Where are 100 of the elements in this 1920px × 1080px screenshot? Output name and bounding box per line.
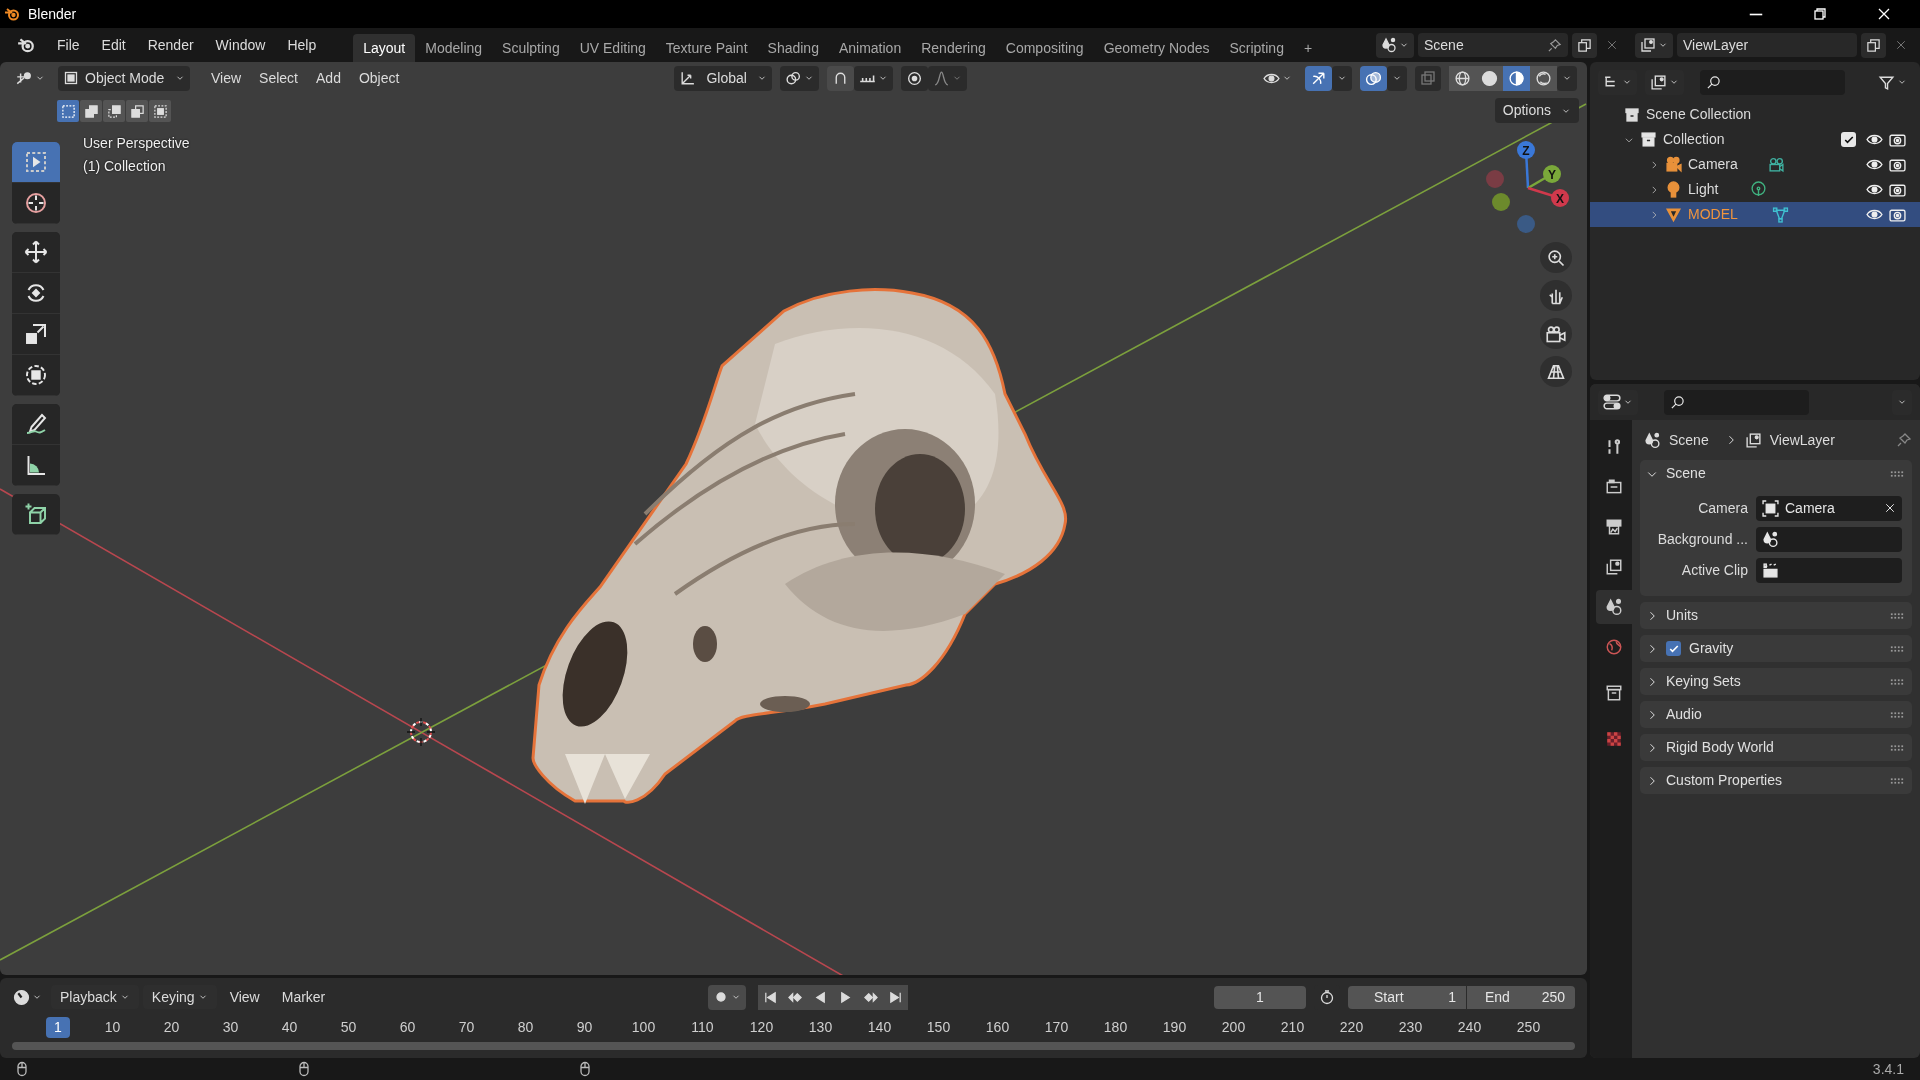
orientation-dropdown[interactable]: Global	[674, 65, 773, 91]
snap-dropdown[interactable]	[854, 65, 894, 91]
end-frame-field[interactable]: End 250	[1467, 985, 1575, 1009]
workspace-tab[interactable]: Scripting	[1219, 34, 1294, 62]
pan-button[interactable]	[1540, 280, 1572, 311]
transform-icon	[24, 363, 48, 387]
shading-button[interactable]	[1476, 65, 1503, 91]
add-workspace-button[interactable]: +	[1293, 34, 1323, 62]
bulb-icon[interactable]	[1750, 181, 1768, 198]
menu-item[interactable]: Edit	[92, 33, 135, 57]
panel-header[interactable]: Gravity	[1640, 635, 1912, 662]
axis-handle[interactable]	[1492, 193, 1510, 211]
outliner-row[interactable]: Collection	[1590, 127, 1920, 152]
vertex-icon[interactable]	[1771, 206, 1789, 223]
jump-end-button[interactable]	[883, 984, 909, 1010]
start-frame-field[interactable]: Start 1	[1348, 985, 1466, 1009]
axis-handle[interactable]	[1486, 170, 1504, 188]
panel-header[interactable]: Audio	[1640, 701, 1912, 728]
solid-sphere-icon	[1481, 69, 1498, 87]
panel-header[interactable]: Custom Properties	[1640, 767, 1912, 794]
shading-button[interactable]	[1530, 65, 1557, 91]
panel-header[interactable]: Scene	[1640, 460, 1912, 487]
workspace-tab[interactable]: Compositing	[995, 34, 1094, 62]
new-button[interactable]	[1861, 32, 1886, 58]
outliner-row[interactable]: Light	[1590, 177, 1920, 202]
breadcrumb-item[interactable]: Scene	[1669, 429, 1709, 451]
options-dropdown[interactable]: Options	[1494, 98, 1579, 123]
menu-item[interactable]: Window	[206, 33, 275, 57]
view-layer-selector[interactable]	[1635, 32, 1673, 58]
axis-handle[interactable]: X	[1527, 186, 1569, 207]
panel-header[interactable]: Keying Sets	[1640, 668, 1912, 695]
menu-item[interactable]: Object	[349, 66, 409, 90]
selection-mode-button[interactable]	[149, 100, 171, 122]
menu-item[interactable]: File	[48, 33, 89, 57]
menu-item[interactable]: Add	[307, 66, 350, 90]
jump-start-button[interactable]	[758, 984, 784, 1010]
mouse-icon	[14, 1061, 30, 1077]
selection-mode-button[interactable]	[103, 100, 125, 122]
workspace-tab[interactable]: Rendering	[911, 34, 996, 62]
menu-item[interactable]: Render	[138, 33, 203, 57]
panel-header[interactable]: Rigid Body World	[1640, 734, 1912, 761]
menu-item[interactable]: Marker	[272, 985, 335, 1009]
shading-button[interactable]	[1503, 65, 1530, 91]
menu-item[interactable]: Help	[278, 33, 326, 57]
scene-field[interactable]	[1756, 526, 1902, 552]
workspace-tab[interactable]: Shading	[757, 34, 829, 62]
scene-selector[interactable]	[1376, 32, 1414, 58]
zoom-button[interactable]	[1540, 242, 1572, 273]
workspace-tab[interactable]: Animation	[828, 34, 912, 62]
menu-item[interactable]: View	[220, 985, 269, 1009]
tool-button[interactable]	[12, 232, 60, 273]
overlay-toggle[interactable]	[1360, 65, 1387, 91]
outliner-row[interactable]: Scene Collection	[1590, 102, 1920, 127]
menu-item[interactable]: View	[202, 66, 251, 90]
camera-view-button[interactable]	[1540, 318, 1572, 349]
playhead-marker[interactable]: 1	[46, 1016, 70, 1038]
xray-toggle[interactable]	[1415, 65, 1441, 91]
scene-field[interactable]: Scene	[1418, 33, 1568, 57]
tool-button[interactable]	[12, 142, 60, 183]
breadcrumb-item[interactable]: ViewLayer	[1769, 429, 1835, 451]
exclude-checkbox[interactable]	[1841, 132, 1856, 147]
workspace-tab[interactable]: UV Editing	[569, 34, 656, 62]
axis-handle[interactable]: Y	[1527, 165, 1561, 190]
properties-tab[interactable]	[1596, 590, 1632, 624]
movie-camera-icon[interactable]	[1767, 156, 1785, 173]
outliner-row[interactable]: Camera	[1590, 152, 1920, 177]
object-field[interactable]: Camera	[1756, 495, 1902, 521]
panel-header[interactable]: Units	[1640, 602, 1912, 629]
workspace-tab[interactable]: Geometry Nodes	[1093, 34, 1220, 62]
perspective-toggle[interactable]	[1540, 356, 1572, 387]
workspace-tab[interactable]: Modeling	[415, 34, 493, 62]
menu-item[interactable]: Select	[250, 66, 307, 90]
shading-button[interactable]	[1449, 65, 1476, 91]
search-field[interactable]	[1700, 69, 1845, 95]
pin-icon[interactable]	[1547, 37, 1562, 53]
pivot-dropdown[interactable]	[780, 65, 820, 91]
view-layer-field[interactable]: ViewLayer	[1677, 33, 1857, 57]
axis-handle[interactable]: Z	[1517, 141, 1535, 189]
snap-toggle[interactable]	[827, 65, 855, 91]
tool-button[interactable]	[12, 404, 60, 445]
checkbox[interactable]	[1666, 641, 1681, 656]
record-button[interactable]	[708, 984, 747, 1010]
clip-field[interactable]	[1756, 557, 1902, 583]
selection-mode-button[interactable]	[57, 100, 79, 122]
workspace-tab[interactable]: Sculpting	[492, 34, 570, 62]
search-field[interactable]	[1664, 389, 1809, 415]
workspace-tab[interactable]: Layout	[353, 34, 416, 62]
axis-handle[interactable]	[1517, 215, 1535, 233]
proportional-toggle[interactable]	[901, 65, 929, 91]
selection-mode-button[interactable]	[126, 100, 148, 122]
new-button[interactable]	[1572, 32, 1597, 58]
close-icon[interactable]	[1884, 502, 1896, 514]
gizmo-toggle[interactable]	[1305, 65, 1332, 91]
current-frame-field[interactable]: 1	[1214, 985, 1306, 1009]
selection-mode-button[interactable]	[80, 100, 102, 122]
mode-dropdown[interactable]: Object Mode	[58, 65, 190, 91]
workspace-tab[interactable]: Texture Paint	[655, 34, 758, 62]
scrollbar[interactable]	[12, 1042, 1575, 1050]
outliner-row[interactable]: MODEL	[1590, 202, 1920, 227]
pin-icon[interactable]	[1896, 432, 1912, 448]
